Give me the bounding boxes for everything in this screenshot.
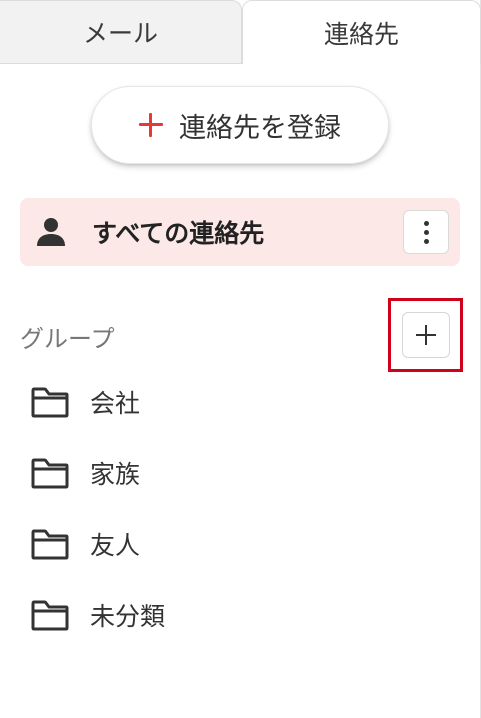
group-item-uncategorized[interactable]: 未分類 [0,579,481,650]
folder-icon [31,387,69,418]
register-contact-button[interactable]: 連絡先を登録 [91,86,389,164]
group-section-title: グループ [20,324,115,353]
all-contacts-menu-button[interactable] [403,210,449,254]
tab-contacts-label: 連絡先 [323,19,399,49]
all-contacts-label: すべての連絡先 [92,219,265,248]
contacts-sidebar: メール 連絡先 連絡先を登録 すべての連絡先 グループ 会社 家族 友人 未分類 [0,0,481,718]
tab-bar: メール 連絡先 [0,0,481,64]
group-item-label: 未分類 [90,601,166,631]
person-icon [37,218,65,246]
add-group-button[interactable] [402,312,450,358]
group-item-family[interactable]: 家族 [0,437,481,508]
tab-mail-label: メール [82,19,158,48]
group-list: 会社 家族 友人 未分類 [0,366,481,650]
group-item-label: 家族 [90,459,141,489]
folder-icon [31,600,69,631]
group-item-friends[interactable]: 友人 [0,508,481,579]
kebab-menu-icon [423,219,429,246]
all-contacts-item[interactable]: すべての連絡先 [20,198,460,266]
tab-mail[interactable]: メール [0,0,242,64]
group-item-company[interactable]: 会社 [0,366,481,437]
folder-icon [31,458,69,489]
plus-icon [416,325,436,345]
group-item-label: 会社 [90,388,141,418]
folder-icon [31,529,69,560]
tab-contacts[interactable]: 連絡先 [242,0,481,64]
plus-icon [139,113,163,137]
group-item-label: 友人 [90,530,141,560]
register-contact-label: 連絡先を登録 [179,112,341,144]
